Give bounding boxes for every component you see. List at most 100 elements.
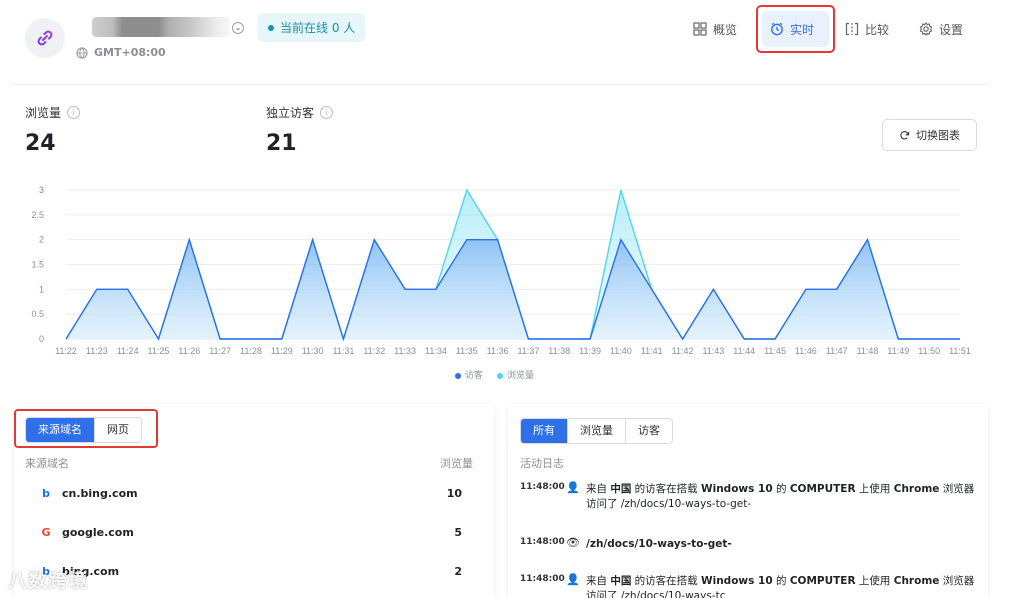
activity-country: 中国 [610, 483, 632, 495]
activity-item[interactable]: 11:48:00 👁 /zh/docs/10-ways-to-get- [520, 536, 980, 557]
x-tick-label: 11:38 [548, 346, 570, 356]
link-icon [37, 30, 53, 46]
tab-pageviews[interactable]: 浏览量 [568, 419, 626, 443]
nav-compare[interactable]: 比较 [845, 18, 889, 40]
activity-text-part: 的 [772, 575, 790, 587]
activity-device: COMPUTER [789, 575, 856, 587]
compare-icon [845, 22, 859, 36]
switch-chart-button[interactable]: 切换图表 [882, 119, 977, 151]
visitors-value: 21 [266, 131, 297, 156]
x-tick-label: 11:37 [517, 346, 539, 356]
legend-label-visitors: 访客 [465, 371, 484, 381]
pageviews-label: 浏览量 i [25, 104, 81, 121]
x-tick-label: 11:36 [487, 346, 509, 356]
timezone-text: GMT+08:00 [94, 46, 166, 59]
activity-text-part: 上使用 [855, 483, 894, 495]
realtime-chart: 0 0.5 1 1.5 2 2.5 3 11:22 11:23 11:24 11:25 11:26 11… [31, 185, 971, 356]
activity-device: COMPUTER [789, 483, 856, 495]
source-row[interactable]: b bing.com 2 [40, 562, 470, 580]
activity-time: 11:48:00 [520, 537, 565, 547]
user-icon: 👤 [566, 481, 580, 494]
activity-text: 来自 中国 的访客在搭载 Windows 10 的 COMPUTER 上使用 C… [586, 482, 976, 512]
activity-time: 11:48:00 [520, 574, 565, 584]
pageviews-value: 24 [25, 131, 56, 156]
nav-overview[interactable]: 概览 [693, 18, 737, 40]
activity-os: Windows 10 [701, 483, 773, 495]
x-tick-label: 11:41 [641, 346, 663, 356]
activity-text: /zh/docs/10-ways-to-get- [586, 537, 976, 552]
nav-settings[interactable]: 设置 [919, 18, 963, 40]
legend-item-pageviews[interactable]: 浏览量 [497, 368, 534, 381]
activity-browser: Chrome [893, 575, 940, 587]
bing-icon: b [42, 486, 50, 500]
chevron-down-icon[interactable]: ⌄ [232, 22, 244, 34]
source-views: 2 [454, 564, 462, 578]
source-row[interactable]: G google.com 5 [40, 523, 470, 541]
x-tick-label: 11:25 [148, 346, 170, 356]
google-icon: G [41, 525, 51, 539]
x-tick-label: 11:31 [333, 346, 355, 356]
nav-settings-label: 设置 [939, 22, 964, 37]
x-tick-label: 11:39 [579, 346, 601, 356]
nav-compare-label: 比较 [865, 22, 890, 37]
x-tick-label: 11:40 [610, 346, 632, 356]
x-tick-label: 11:24 [117, 346, 139, 356]
activity-url[interactable]: /zh/docs/10-ways-to-get- [586, 538, 732, 550]
activity-text-part: 的访客在搭载 [631, 575, 702, 587]
activity-text-part: 浏览器 [939, 483, 975, 495]
activity-country: 中国 [610, 575, 632, 587]
activity-text-part: 的访客在搭载 [631, 483, 702, 495]
watermark: 八数跨境 [8, 570, 89, 592]
activity-log-title: 活动日志 [520, 457, 564, 470]
x-tick-label: 11:45 [764, 346, 786, 356]
annotation-box-source-tabs [14, 409, 158, 448]
x-tick-label: 11:29 [271, 346, 293, 356]
info-icon[interactable]: i [67, 106, 81, 119]
tab-visitors[interactable]: 访客 [626, 419, 672, 443]
site-name-blurred[interactable] [92, 17, 230, 37]
x-tick-label: 11:46 [795, 346, 817, 356]
globe-icon [76, 46, 88, 59]
x-tick-label: 11:49 [887, 346, 909, 356]
x-tick-label: 11:44 [733, 346, 755, 356]
x-tick-label: 11:28 [240, 346, 262, 356]
annotation-box-realtime [756, 5, 835, 53]
activity-url[interactable]: 访问了 /zh/docs/10-ways-tc [586, 590, 725, 598]
nav-overview-label: 概览 [713, 22, 738, 37]
source-domain[interactable]: cn.bing.com [62, 487, 138, 500]
timezone: GMT+08:00 [76, 46, 166, 59]
activity-text-part: 来自 [586, 483, 611, 495]
info-icon[interactable]: i [320, 106, 334, 119]
y-tick-label: 0 [39, 334, 44, 344]
gear-icon [919, 22, 933, 36]
eye-icon: 👁 [566, 536, 580, 549]
x-tick-label: 11:22 [55, 346, 77, 356]
x-tick-label: 11:47 [826, 346, 848, 356]
source-domain[interactable]: google.com [62, 526, 134, 539]
chart-legend: 访客 浏览量 [455, 368, 534, 381]
source-row[interactable]: b cn.bing.com 10 [40, 484, 470, 502]
x-tick-label: 11:51 [949, 346, 971, 356]
site-logo[interactable] [25, 18, 65, 58]
activity-item[interactable]: 11:48:00 👤 来自 中国 的访客在搭载 Windows 10 的 COM… [520, 573, 980, 598]
x-tick-label: 11:30 [302, 346, 324, 356]
activity-text-part: 上使用 [855, 575, 894, 587]
activity-tabs: 所有 浏览量 访客 [520, 418, 673, 444]
activity-browser: Chrome [893, 483, 940, 495]
activity-text: 来自 中国 的访客在搭载 Windows 10 的 COMPUTER 上使用 C… [586, 574, 976, 598]
y-tick-label: 3 [39, 185, 44, 195]
x-tick-label: 11:26 [178, 346, 200, 356]
legend-label-pageviews: 浏览量 [507, 371, 535, 381]
x-tick-label: 11:33 [394, 346, 416, 356]
legend-item-visitors[interactable]: 访客 [455, 368, 483, 381]
online-dot-icon [268, 24, 274, 31]
activity-item[interactable]: 11:48:00 👤 来自 中国 的访客在搭载 Windows 10 的 COM… [520, 481, 980, 522]
y-tick-label: 1 [39, 284, 44, 294]
source-views: 10 [446, 486, 462, 500]
header-divider [12, 84, 988, 85]
x-tick-label: 11:43 [702, 346, 724, 356]
x-tick-label: 11:27 [209, 346, 231, 356]
tab-all[interactable]: 所有 [521, 419, 568, 443]
col-head-domain: 来源域名 [25, 457, 69, 470]
activity-url[interactable]: 访问了 /zh/docs/10-ways-to-get- [586, 498, 751, 510]
